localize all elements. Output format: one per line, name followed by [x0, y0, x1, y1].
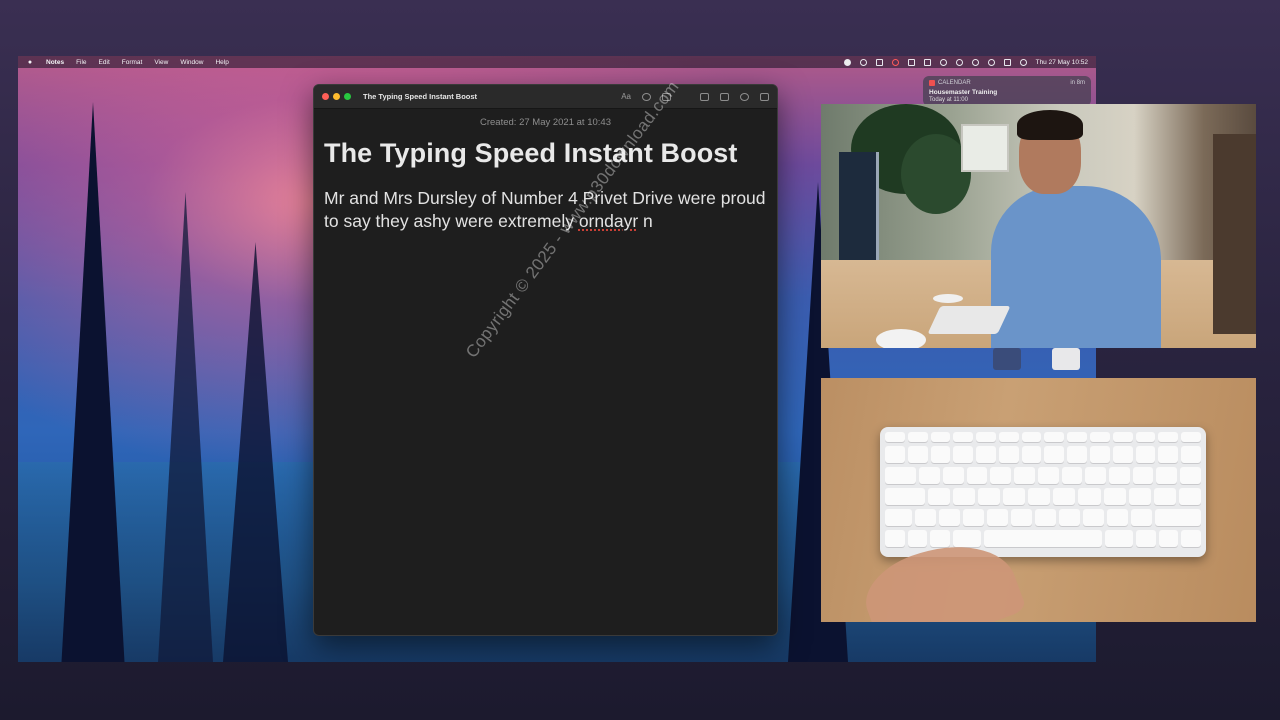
- wall-frame: [961, 124, 1009, 172]
- format-button[interactable]: Aa: [621, 92, 631, 101]
- person: [991, 186, 1161, 348]
- menu-bar: ● Notes File Edit Format View Window Hel…: [18, 56, 1096, 68]
- zoom-button[interactable]: [344, 93, 351, 100]
- notification-title: Housemaster Training: [929, 89, 998, 96]
- info-icon[interactable]: [859, 58, 867, 66]
- menu-window[interactable]: Window: [180, 59, 203, 66]
- menu-app-name[interactable]: Notes: [46, 59, 64, 66]
- wifi-icon[interactable]: [971, 58, 979, 66]
- dock-thumbnail[interactable]: [993, 348, 1021, 370]
- menu-edit[interactable]: Edit: [99, 59, 110, 66]
- share-icon[interactable]: [760, 92, 769, 101]
- notification-subtitle: Today at 11:00: [929, 97, 968, 103]
- menu-help[interactable]: Help: [215, 59, 228, 66]
- close-button[interactable]: [322, 93, 329, 100]
- controlcenter-icon[interactable]: [1003, 58, 1011, 66]
- window-title: The Typing Speed Instant Boost: [363, 92, 478, 101]
- menu-view[interactable]: View: [154, 59, 168, 66]
- webcam-video: [821, 104, 1256, 348]
- media-icon[interactable]: [720, 92, 729, 101]
- search-icon[interactable]: [987, 58, 995, 66]
- mouse: [933, 294, 963, 303]
- apple-menu-icon[interactable]: ●: [26, 59, 34, 66]
- clock-icon[interactable]: [955, 58, 963, 66]
- window-titlebar[interactable]: The Typing Speed Instant Boost Aa: [314, 85, 777, 109]
- siri-icon[interactable]: [1019, 58, 1027, 66]
- bluetooth-icon[interactable]: [939, 58, 947, 66]
- menubar-clock[interactable]: Thu 27 May 10:52: [1036, 59, 1088, 66]
- keyboard: [880, 427, 1206, 557]
- keyboard-camera-video: [821, 378, 1256, 622]
- note-body-text[interactable]: Mr and Mrs Dursley of Number 4 Privet Dr…: [324, 188, 766, 231]
- menu-file[interactable]: File: [76, 59, 86, 66]
- calendar-icon: [929, 80, 935, 86]
- note-body[interactable]: Mr and Mrs Dursley of Number 4 Privet Dr…: [324, 187, 767, 233]
- shelf: [1213, 134, 1256, 334]
- keyboard: [927, 306, 1011, 334]
- wallpaper-tree: [61, 102, 125, 662]
- calendar-notification[interactable]: CALENDAR in 8m Housemaster Training Toda…: [923, 76, 1091, 106]
- cup: [876, 329, 926, 348]
- record-icon[interactable]: [843, 58, 851, 66]
- notification-time: in 8m: [1070, 80, 1085, 86]
- screen-icon[interactable]: [875, 58, 883, 66]
- note-editor[interactable]: Created: 27 May 2021 at 10:43 The Typing…: [314, 109, 777, 233]
- cloud-icon[interactable]: [891, 58, 899, 66]
- collaborate-icon[interactable]: [740, 92, 749, 101]
- note-created-date: Created: 27 May 2021 at 10:43: [480, 117, 611, 128]
- notes-window: The Typing Speed Instant Boost Aa Create…: [313, 84, 778, 636]
- notification-app: CALENDAR: [938, 80, 971, 86]
- person-hair: [1017, 110, 1083, 140]
- minimize-button[interactable]: [333, 93, 340, 100]
- dock-thumbnail[interactable]: [1052, 348, 1080, 370]
- note-body-tail[interactable]: n: [638, 211, 653, 231]
- lock-icon[interactable]: [700, 92, 709, 101]
- note-heading[interactable]: The Typing Speed Instant Boost: [324, 138, 767, 169]
- flag-icon[interactable]: [923, 58, 931, 66]
- menu-format[interactable]: Format: [122, 59, 143, 66]
- wallpaper-tree: [223, 242, 288, 662]
- video-icon[interactable]: [907, 58, 915, 66]
- wallpaper-tree: [158, 192, 213, 662]
